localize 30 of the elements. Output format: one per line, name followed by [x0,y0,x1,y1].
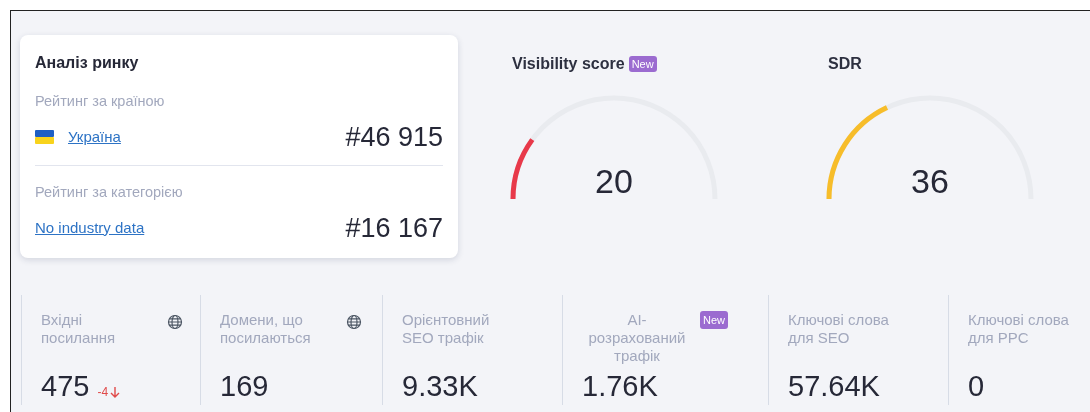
gauge-title: SDR [828,54,862,74]
flag-icon [35,130,54,144]
rank-label: Рейтинг за категорією [35,184,183,200]
stat-value: 0 [968,369,985,403]
stat-label: Орієнтовний SEO трафік [402,311,491,347]
new-badge: New [700,311,728,329]
stat-label: Ключові слова для PPC [968,311,1070,347]
new-badge: New [628,56,657,72]
rank-label: Рейтинг за країною [35,93,165,109]
stat-label: Домени, що посилаються [220,311,312,347]
stat-label: Вхідні посилання [41,311,117,347]
gauge-title: Visibility score [512,54,625,74]
gauge-value: 20 [594,161,634,201]
stat-value: 475 [41,369,90,403]
stat-label: Ключові слова для SEO [788,311,890,347]
rank-value: #16 167 [345,212,443,244]
change-value: -4 [97,384,109,401]
rank-link[interactable]: Україна [68,125,121,149]
stat-label: AI-розрахований трафік [587,311,687,365]
rank-link[interactable]: No industry data [35,216,145,240]
rank-value: #46 915 [345,121,443,153]
gauge-value: 36 [910,161,950,201]
stat-value: 9.33K [402,369,478,403]
arrow-down-icon [110,386,121,398]
globe-icon [346,314,362,330]
globe-icon [167,314,183,330]
stat-value: 57.64K [788,369,880,403]
stat-value: 1.76K [582,369,658,403]
stat-value: 169 [220,369,269,403]
card-title: Аналіз ринку [35,53,140,73]
